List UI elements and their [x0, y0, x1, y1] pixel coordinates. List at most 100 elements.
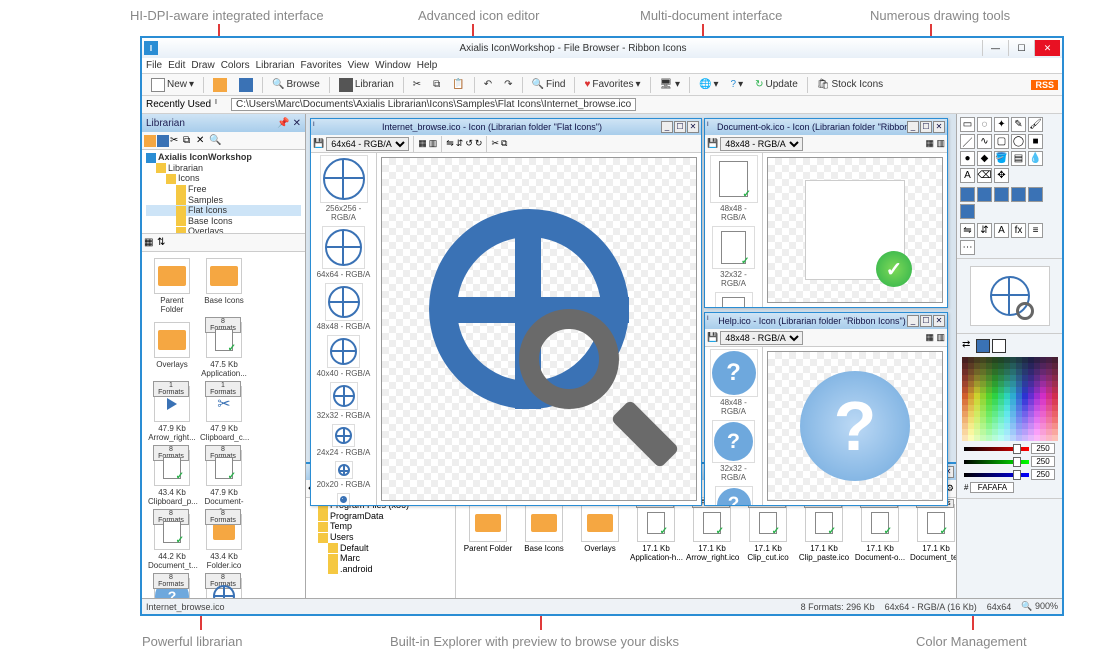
view-icon[interactable]: ▦: [144, 237, 156, 249]
librarian-tree[interactable]: Axialis IconWorkshop Librarian Icons Fre…: [142, 150, 305, 234]
copy-button[interactable]: ⧉: [428, 77, 445, 92]
brush-tool[interactable]: 🖌: [1028, 117, 1043, 132]
size-4[interactable]: [1011, 187, 1026, 202]
fb-item[interactable]: 4 Formats17.1 KbArrow_right.ico: [686, 504, 738, 562]
fb-tree-item[interactable]: Users: [308, 532, 453, 543]
menu-file[interactable]: File: [146, 60, 162, 71]
rect-tool[interactable]: ▢: [994, 134, 1009, 149]
size-entry[interactable]: 20x20 - RGB/A: [313, 461, 374, 489]
size-entry[interactable]: ?24x24 - RGB/A: [707, 486, 760, 505]
fill-ellipse-tool[interactable]: ●: [960, 151, 975, 166]
size-entry[interactable]: ?48x48 - RGB/A: [707, 349, 760, 416]
rotate-r-icon[interactable]: ↻: [475, 138, 483, 149]
recent-path[interactable]: C:\Users\Marc\Documents\Axialis Libraria…: [231, 98, 636, 111]
pin-icon[interactable]: 📌 ✕: [277, 118, 301, 129]
paste-button[interactable]: 📋: [447, 77, 469, 92]
size-5[interactable]: [1028, 187, 1043, 202]
g-slider[interactable]: [964, 460, 1029, 464]
fb-item[interactable]: 4 Formats17.1 KbApplication-h...: [630, 504, 682, 562]
copy-icon[interactable]: ⧉: [183, 135, 195, 147]
cut-icon[interactable]: ✂: [491, 138, 499, 149]
librarian-button[interactable]: Librarian: [334, 76, 399, 94]
max-icon[interactable]: ☐: [674, 121, 686, 133]
flip-v-icon[interactable]: ⇵: [456, 138, 464, 149]
menu-window[interactable]: Window: [375, 60, 411, 71]
size-entry[interactable]: 48x48 - RGB/A: [707, 155, 760, 222]
fb-tree-item[interactable]: Temp: [308, 521, 453, 532]
size-entry[interactable]: 16x16 - RGB/A: [313, 493, 374, 505]
size-entry[interactable]: 32x32 - RGB/A: [313, 382, 374, 420]
diamond-tool[interactable]: ◆: [977, 151, 992, 166]
find-button[interactable]: 🔍 Find: [527, 77, 571, 92]
size-list-3[interactable]: ?48x48 - RGB/A?32x32 - RGB/A?24x24 - RGB…: [705, 347, 763, 505]
size-list[interactable]: 256x256 - RGB/A64x64 - RGB/A48x48 - RGB/…: [311, 153, 377, 505]
lib-item[interactable]: 8 Formats47.9 KbDocument-o...: [200, 450, 248, 510]
fb-tree-item[interactable]: .android: [308, 564, 453, 575]
gradient-tool[interactable]: ▤: [1011, 151, 1026, 166]
fill-rect-tool[interactable]: ■: [1028, 134, 1043, 149]
size-entry[interactable]: 40x40 - RGB/A: [313, 335, 374, 378]
curve-tool[interactable]: ∿: [977, 134, 992, 149]
size-entry[interactable]: 32x32 - RGB/A: [707, 226, 760, 288]
rotate-l-icon[interactable]: ↺: [465, 138, 473, 149]
cut-button[interactable]: ✂: [408, 77, 426, 92]
format-select[interactable]: 64x64 - RGB/A: [326, 137, 409, 151]
size-entry[interactable]: 48x48 - RGB/A: [313, 283, 374, 331]
undo-button[interactable]: ↶: [479, 77, 497, 92]
search-icon[interactable]: 🔍: [209, 135, 221, 147]
open-button[interactable]: [208, 76, 232, 94]
fb-item[interactable]: 4 Formats17.1 KbClip_paste.ico: [798, 504, 850, 562]
flip-h-icon[interactable]: ⇋: [446, 138, 454, 149]
folder-icon[interactable]: [144, 135, 156, 147]
menu-help[interactable]: Help: [417, 60, 438, 71]
file-browser-tree[interactable]: Program Files (x86)ProgramDataTempUsersD…: [306, 498, 456, 598]
size-6[interactable]: [960, 204, 975, 219]
maximize-button[interactable]: ☐: [1008, 40, 1034, 56]
swap-colors-icon[interactable]: ⇄: [962, 339, 974, 351]
bucket-tool[interactable]: 🪣: [994, 151, 1009, 166]
more-tool[interactable]: ⋯: [960, 240, 975, 255]
fb-tree-item[interactable]: Marc: [308, 553, 453, 564]
size-3[interactable]: [994, 187, 1009, 202]
librarian-grid[interactable]: Parent FolderBase IconsOverlays8 Formats…: [142, 252, 305, 598]
fb-item[interactable]: 4 Formats17.1 KbDocument_te...: [910, 504, 956, 562]
format-select-2[interactable]: 48x48 - RGB/A: [720, 137, 803, 151]
menu-colors[interactable]: Colors: [221, 60, 250, 71]
lib-item[interactable]: 1 Formats✂47.9 KbClipboard_c...: [200, 386, 248, 446]
color-palette[interactable]: [962, 357, 1058, 441]
size-entry[interactable]: 24x24 - RGB/A: [707, 292, 760, 307]
minimize-button[interactable]: —: [982, 40, 1008, 56]
menu-edit[interactable]: Edit: [168, 60, 185, 71]
lib-item[interactable]: 1 Formats47.9 KbArrow_right...: [148, 386, 196, 446]
favorites-button[interactable]: ♥ Favorites ▾: [579, 77, 645, 92]
copy-icon[interactable]: ⧉: [501, 138, 507, 149]
r-slider[interactable]: [964, 447, 1029, 451]
monitor-button[interactable]: 🖥 ▾: [655, 77, 686, 92]
lib-item[interactable]: Parent Folder: [148, 258, 196, 318]
stock-icons-button[interactable]: 🛍 Stock Icons: [812, 77, 888, 92]
editor-window-doc-ok[interactable]: I Document-ok.ico - Icon (Librarian fold…: [704, 118, 948, 308]
file-browser-grid[interactable]: Parent FolderBase IconsOverlays4 Formats…: [456, 498, 956, 598]
menu-favorites[interactable]: Favorites: [301, 60, 342, 71]
layers-tool[interactable]: ≡: [1028, 223, 1043, 238]
pencil-tool[interactable]: ✎: [1011, 117, 1026, 132]
hex-value[interactable]: FAFAFA: [970, 482, 1014, 493]
lib-item[interactable]: 8 Formats43.4 KbClipboard_p...: [148, 450, 196, 510]
new-button[interactable]: New ▾: [146, 76, 199, 94]
select-tool[interactable]: ▭: [960, 117, 975, 132]
eraser-tool[interactable]: ⌫: [977, 168, 992, 183]
lib-item[interactable]: 8 Formats56.5 KbInternet_bro...: [200, 578, 248, 598]
lib-item[interactable]: Base Icons: [200, 258, 248, 318]
flip-v-tool[interactable]: ⇵: [977, 223, 992, 238]
new-icon[interactable]: [157, 135, 169, 147]
rss-badge[interactable]: RSS: [1031, 80, 1058, 90]
format-select-3[interactable]: 48x48 - RGB/A: [720, 331, 803, 345]
font-tool[interactable]: A: [994, 223, 1009, 238]
grid2-icon[interactable]: ▥: [429, 138, 438, 149]
text-tool[interactable]: A: [960, 168, 975, 183]
fg-color[interactable]: [976, 339, 990, 353]
redo-button[interactable]: ↷: [499, 77, 517, 92]
grid-icon[interactable]: ▦: [418, 138, 427, 149]
menu-view[interactable]: View: [348, 60, 370, 71]
picker-tool[interactable]: 💧: [1028, 151, 1043, 166]
